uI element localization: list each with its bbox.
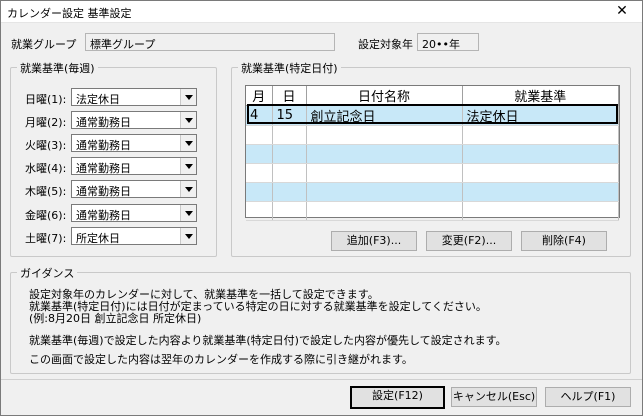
col-header-name[interactable]: 日付名称 <box>306 86 463 106</box>
day-select-sat[interactable]: 所定休日 <box>71 227 197 245</box>
edit-button[interactable]: 変更(F2)... <box>426 231 512 251</box>
table-row[interactable]: 4 15 創立記念日 法定休日 <box>246 105 619 126</box>
day-label-sat: 土曜(7): <box>25 232 67 245</box>
window-title: カレンダー設定 基準設定 <box>7 7 132 20</box>
day-label-wed: 水曜(4): <box>25 162 67 175</box>
col-header-month[interactable]: 月 <box>246 86 273 106</box>
cell-month[interactable]: 4 <box>246 105 273 126</box>
chevron-down-icon[interactable] <box>180 181 196 197</box>
day-label-mon: 月曜(2): <box>25 116 67 129</box>
group-label: 就業グループ <box>11 38 77 51</box>
day-label-sun: 日曜(1): <box>25 93 67 106</box>
day-label-thu: 木曜(5): <box>25 185 67 198</box>
day-select-fri-value: 通常勤務日 <box>76 209 131 222</box>
chevron-down-icon[interactable] <box>180 205 196 221</box>
specific-legend: 就業基準(特定日付) <box>238 60 341 76</box>
day-select-mon[interactable]: 通常勤務日 <box>71 111 197 129</box>
table-row-empty[interactable] <box>246 144 619 164</box>
table-row-empty[interactable] <box>246 182 619 202</box>
guidance-line-4: 就業基準(毎週)で設定した内容より就業基準(特定日付)で設定した内容が優先して設… <box>29 334 507 347</box>
day-label-tue: 火曜(3): <box>25 139 67 152</box>
add-button[interactable]: 追加(F3)... <box>331 231 417 251</box>
weekly-legend: 就業基準(毎週) <box>17 60 98 76</box>
chevron-down-icon[interactable] <box>180 89 196 105</box>
year-value: 20••年 <box>417 33 479 51</box>
footer-separator <box>1 379 642 380</box>
year-value-text: 20••年 <box>422 38 460 51</box>
day-select-sun[interactable]: 法定休日 <box>71 88 197 106</box>
cell-name[interactable]: 創立記念日 <box>306 105 463 126</box>
chevron-down-icon[interactable] <box>180 135 196 151</box>
cell-standard[interactable]: 法定休日 <box>462 105 619 126</box>
specific-date-table: 月 日 日付名称 就業基準 4 15 創立記念日 法定休日 <box>246 86 619 221</box>
group-value-text: 標準グループ <box>90 38 156 51</box>
calendar-settings-dialog: カレンダー設定 基準設定 ✕ 就業グループ 標準グループ 設定対象年 20••年… <box>0 0 643 416</box>
delete-button[interactable]: 削除(F4) <box>521 231 607 251</box>
help-button[interactable]: ヘルプ(F1) <box>545 387 631 407</box>
table-row-empty[interactable] <box>246 125 619 145</box>
day-select-tue-value: 通常勤務日 <box>76 139 131 152</box>
day-select-sun-value: 法定休日 <box>76 93 120 106</box>
table-row-empty[interactable] <box>246 201 619 221</box>
day-select-mon-value: 通常勤務日 <box>76 116 131 129</box>
ok-button[interactable]: 設定(F12) <box>350 386 445 409</box>
day-label-fri: 金曜(6): <box>25 209 67 222</box>
close-icon[interactable]: ✕ <box>602 1 642 22</box>
guidance-legend: ガイダンス <box>17 265 78 281</box>
day-select-tue[interactable]: 通常勤務日 <box>71 134 197 152</box>
day-select-thu-value: 通常勤務日 <box>76 185 131 198</box>
chevron-down-icon[interactable] <box>180 158 196 174</box>
cancel-button[interactable]: キャンセル(Esc) <box>451 387 537 407</box>
day-select-wed[interactable]: 通常勤務日 <box>71 157 197 175</box>
col-header-day[interactable]: 日 <box>272 86 307 106</box>
day-select-wed-value: 通常勤務日 <box>76 162 131 175</box>
guidance-line-5: この画面で設定した内容は翌年のカレンダーを作成する際に引き継がれます。 <box>29 353 413 366</box>
day-select-sat-value: 所定休日 <box>76 232 120 245</box>
day-select-thu[interactable]: 通常勤務日 <box>71 180 197 198</box>
year-label: 設定対象年 <box>358 38 413 51</box>
table-row-empty[interactable] <box>246 163 619 183</box>
grid-header-row: 月 日 日付名称 就業基準 <box>246 86 619 106</box>
chevron-down-icon[interactable] <box>180 228 196 244</box>
guidance-line-3: (例:8月20日 創立記念日 所定休日) <box>29 312 202 325</box>
col-header-standard[interactable]: 就業基準 <box>462 86 619 106</box>
group-value: 標準グループ <box>85 33 335 51</box>
title-bar: カレンダー設定 基準設定 ✕ <box>1 1 642 23</box>
specific-date-grid[interactable]: 月 日 日付名称 就業基準 4 15 創立記念日 法定休日 <box>245 85 620 221</box>
chevron-down-icon[interactable] <box>180 112 196 128</box>
day-select-fri[interactable]: 通常勤務日 <box>71 204 197 222</box>
cell-day[interactable]: 15 <box>272 105 307 126</box>
